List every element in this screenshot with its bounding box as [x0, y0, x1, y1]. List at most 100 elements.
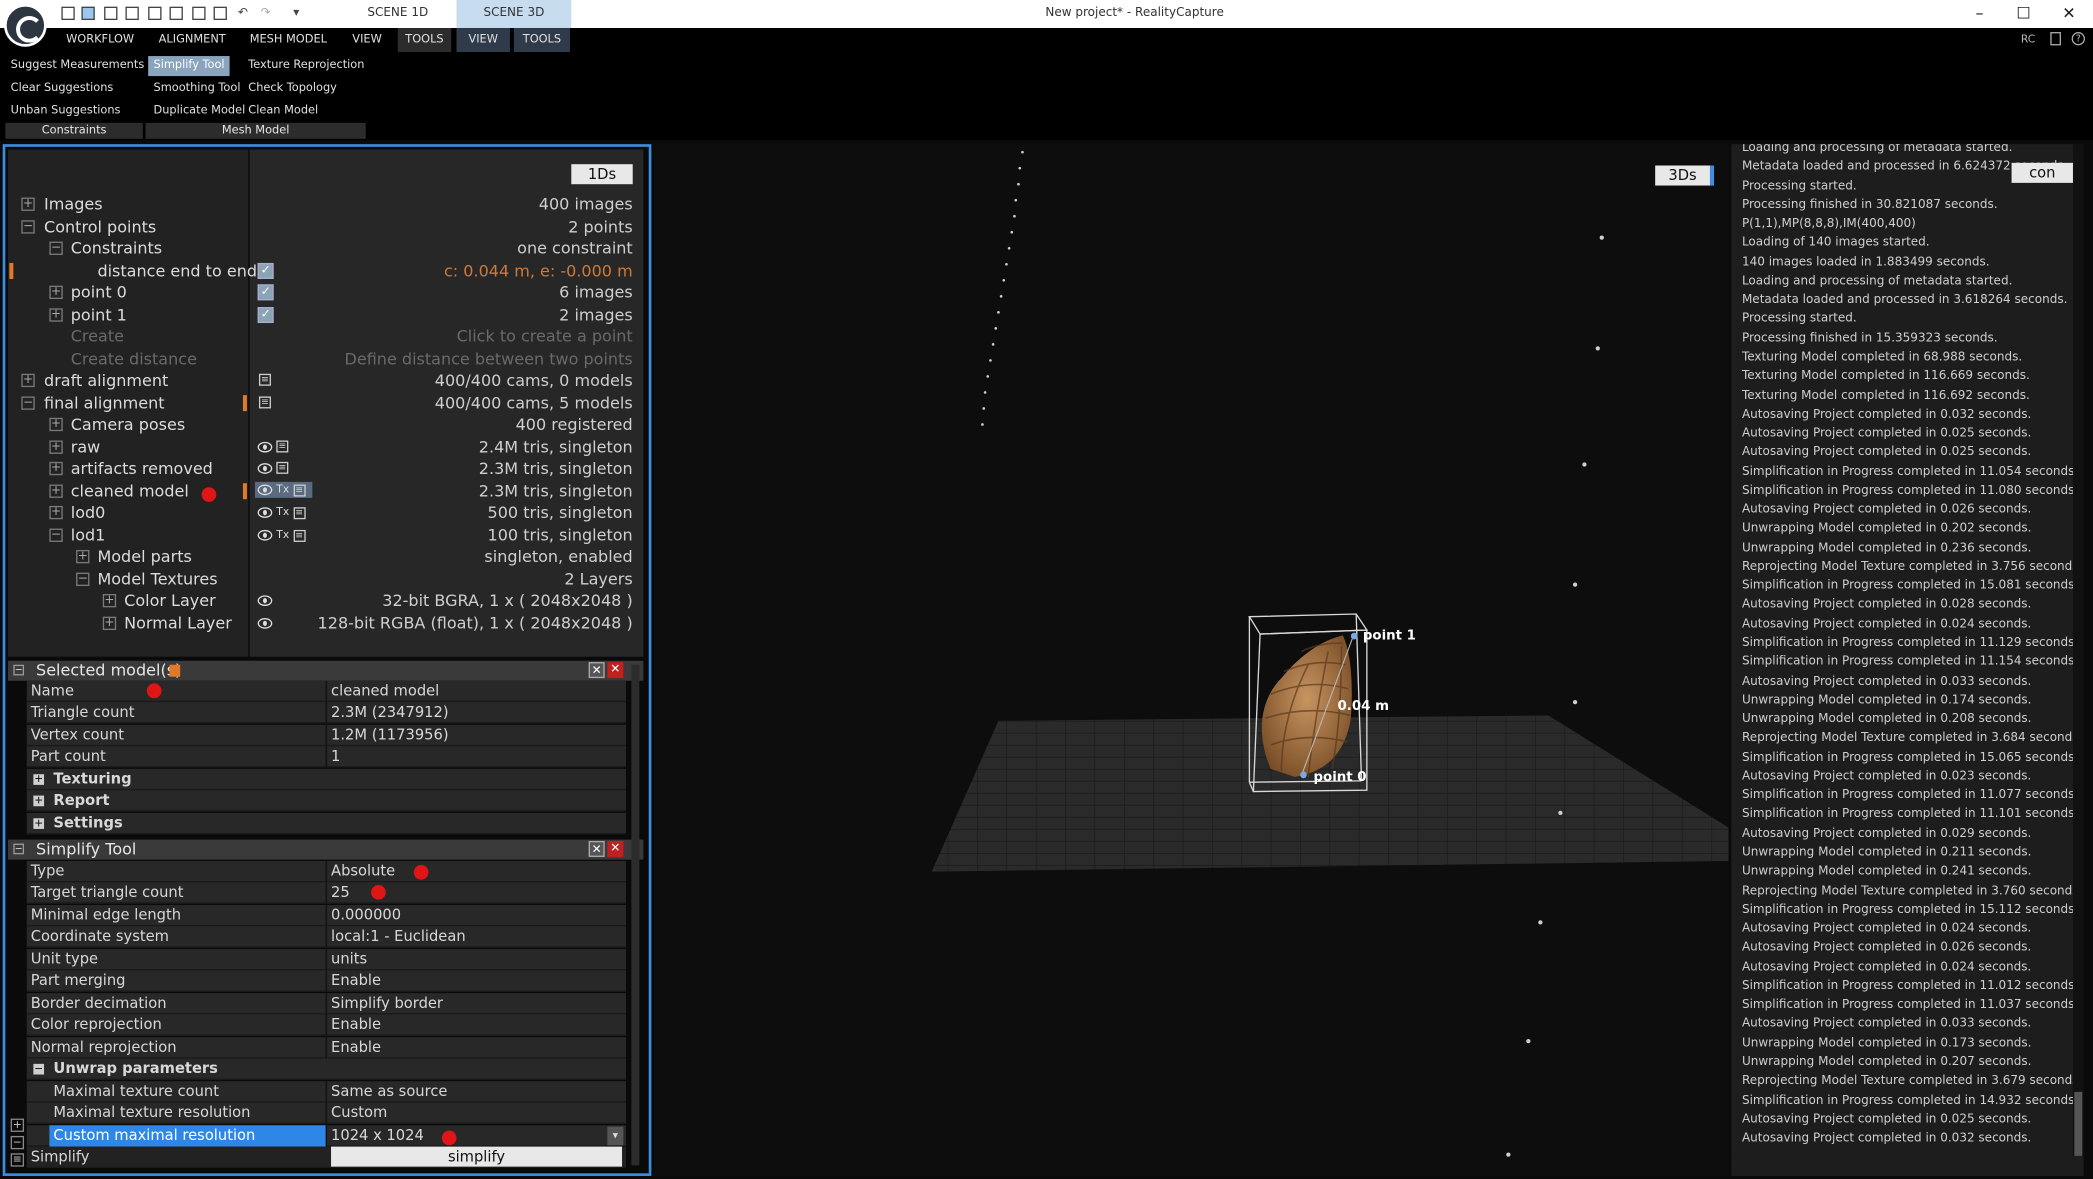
properties-scrollbar[interactable]	[631, 664, 640, 1166]
collapse-all-icon[interactable]: −	[10, 1135, 25, 1150]
view-3ds-button[interactable]: 3Ds	[1655, 165, 1714, 186]
tab-alignment[interactable]: ALIGNMENT	[149, 28, 234, 52]
selected-models-header[interactable]: − Selected model(s) ✕ ✕	[8, 660, 644, 681]
unit-type-select[interactable]: units	[331, 949, 367, 970]
visibility-eye-icon[interactable]: Tx ≡	[257, 527, 310, 543]
tree-item-point-1[interactable]: point 1	[71, 304, 127, 325]
border-decimation-select[interactable]: Simplify border	[331, 993, 443, 1014]
close-panel-icon[interactable]: ✕	[607, 662, 624, 679]
subsection-settings[interactable]: + Settings	[26, 812, 627, 835]
expand-icon[interactable]: +	[21, 373, 35, 388]
duplicate-model-button[interactable]: Duplicate Model	[148, 101, 250, 121]
expand-icon[interactable]: +	[49, 440, 63, 454]
tree-item-constraints[interactable]: Constraints	[71, 238, 162, 259]
expand-icon[interactable]: +	[49, 484, 63, 498]
visibility-eye-icon[interactable]: ≡	[257, 461, 293, 477]
settings-toggle-icon[interactable]: ≡	[10, 1153, 25, 1167]
expand-icon[interactable]: +	[33, 818, 45, 829]
layout-8-icon[interactable]	[213, 6, 227, 21]
subsection-unwrap-parameters[interactable]: − Unwrap parameters	[26, 1058, 627, 1080]
unban-suggestions-button[interactable]: Unban Suggestions	[5, 101, 125, 121]
expand-icon[interactable]: +	[49, 461, 63, 476]
simplify-button[interactable]: simplify	[331, 1146, 623, 1167]
tab-scene-tools[interactable]: TOOLS	[513, 28, 570, 53]
smoothing-tool-button[interactable]: Smoothing Tool	[148, 79, 246, 99]
tree-item-images[interactable]: Images	[44, 194, 103, 215]
check-topology-button[interactable]: Check Topology	[243, 79, 342, 99]
collapse-icon[interactable]: −	[49, 528, 63, 542]
tree-item-control-points[interactable]: Control points	[44, 216, 156, 237]
tab-scene-3d[interactable]: SCENE 3D	[456, 0, 572, 29]
tab-scene-1d[interactable]: SCENE 1D	[339, 0, 456, 28]
tree-item-lod0[interactable]: lod0	[71, 502, 106, 523]
control-point-1-marker[interactable]	[1350, 632, 1358, 640]
expand-icon[interactable]: +	[49, 308, 63, 322]
visibility-eye-icon[interactable]: Tx ≡	[257, 505, 310, 521]
visibility-eye-icon[interactable]	[257, 615, 277, 631]
expand-all-icon[interactable]: +	[10, 1118, 25, 1132]
tree-item-artifacts-removed[interactable]: artifacts removed	[71, 458, 213, 479]
minimal-edge-length-input[interactable]: 0.000000	[331, 905, 401, 926]
pin-icon[interactable]: ✕	[588, 662, 605, 679]
collapse-icon[interactable]: −	[13, 843, 25, 855]
clear-suggestions-button[interactable]: Clear Suggestions	[5, 79, 118, 99]
layout-3-icon[interactable]	[104, 6, 118, 21]
expand-icon[interactable]: +	[21, 197, 35, 211]
color-reprojection-select[interactable]: Enable	[331, 1014, 381, 1035]
custom-maximal-resolution-select[interactable]: 1024 x 1024	[331, 1125, 424, 1146]
expand-icon[interactable]: +	[76, 549, 90, 564]
control-point-0-marker[interactable]	[1300, 771, 1307, 779]
subsection-texturing[interactable]: + Texturing	[26, 768, 627, 791]
tab-tools[interactable]: TOOLS	[397, 28, 452, 53]
realitycapture-logo-icon[interactable]	[4, 4, 47, 47]
layout-2-icon[interactable]	[81, 6, 95, 21]
target-triangle-count-input[interactable]: 25	[331, 882, 350, 903]
collapse-icon[interactable]: −	[21, 220, 35, 234]
checkbox-checked-icon[interactable]: ✓	[257, 262, 274, 279]
3d-viewport[interactable]: point 1 point 0 0.04 m 3Ds	[654, 144, 1729, 1176]
tree-item-color-layer[interactable]: Color Layer	[124, 590, 216, 611]
expand-icon[interactable]: +	[102, 616, 117, 631]
minimize-button[interactable]: –	[1960, 0, 2000, 28]
dropdown-arrow-icon[interactable]: ▾	[607, 1126, 624, 1146]
console-scrollbar-thumb[interactable]	[2074, 1091, 2083, 1156]
tree-item-model-parts[interactable]: Model parts	[97, 546, 191, 567]
expand-icon[interactable]: +	[102, 593, 117, 608]
collapse-icon[interactable]: −	[76, 572, 90, 586]
maximal-texture-resolution-select[interactable]: Custom	[331, 1103, 387, 1124]
layout-1-icon[interactable]	[61, 6, 75, 21]
tree-item-create[interactable]: Create	[71, 326, 124, 347]
layout-7-icon[interactable]	[192, 6, 206, 21]
quick-access-dropdown-icon[interactable]: ▾	[290, 7, 303, 20]
redo-icon[interactable]: ↷	[259, 7, 272, 20]
console-scrollbar[interactable]	[2072, 144, 2084, 1156]
undo-icon[interactable]: ↶	[236, 7, 249, 20]
tab-view[interactable]: VIEW	[344, 28, 389, 52]
collapse-icon[interactable]: −	[13, 664, 25, 676]
tree-item-raw[interactable]: raw	[71, 436, 101, 457]
close-window-button[interactable]: ✕	[2049, 0, 2089, 28]
checkbox-checked-icon[interactable]: ✓	[257, 307, 274, 324]
property-value[interactable]: cleaned model	[331, 681, 439, 702]
normal-reprojection-select[interactable]: Enable	[331, 1037, 381, 1058]
expand-icon[interactable]: +	[49, 285, 63, 299]
maximal-texture-count-select[interactable]: Same as source	[331, 1081, 447, 1102]
tree-item-draft-alignment[interactable]: draft alignment	[44, 370, 168, 391]
tree-item-cleaned-model[interactable]: cleaned model	[71, 481, 189, 502]
collapse-icon[interactable]: −	[33, 1063, 45, 1075]
clean-model-button[interactable]: Clean Model	[243, 101, 324, 121]
maximize-button[interactable]: ☐	[2004, 0, 2044, 28]
collapse-icon[interactable]: −	[21, 396, 35, 410]
document-icon[interactable]	[2050, 32, 2061, 46]
texture-reprojection-button[interactable]: Texture Reprojection	[243, 56, 370, 76]
layout-5-icon[interactable]	[148, 6, 162, 21]
layout-6-icon[interactable]	[169, 6, 183, 21]
tree-item-normal-layer[interactable]: Normal Layer	[124, 613, 232, 634]
subsection-report[interactable]: + Report	[26, 790, 627, 812]
tree-item-point-0[interactable]: point 0	[71, 282, 127, 303]
visibility-eye-icon[interactable]	[257, 593, 277, 609]
tab-workflow[interactable]: WORKFLOW	[59, 28, 142, 52]
pin-icon[interactable]: ✕	[588, 840, 605, 857]
part-merging-select[interactable]: Enable	[331, 970, 381, 991]
simplify-tool-button[interactable]: Simplify Tool	[148, 56, 230, 77]
